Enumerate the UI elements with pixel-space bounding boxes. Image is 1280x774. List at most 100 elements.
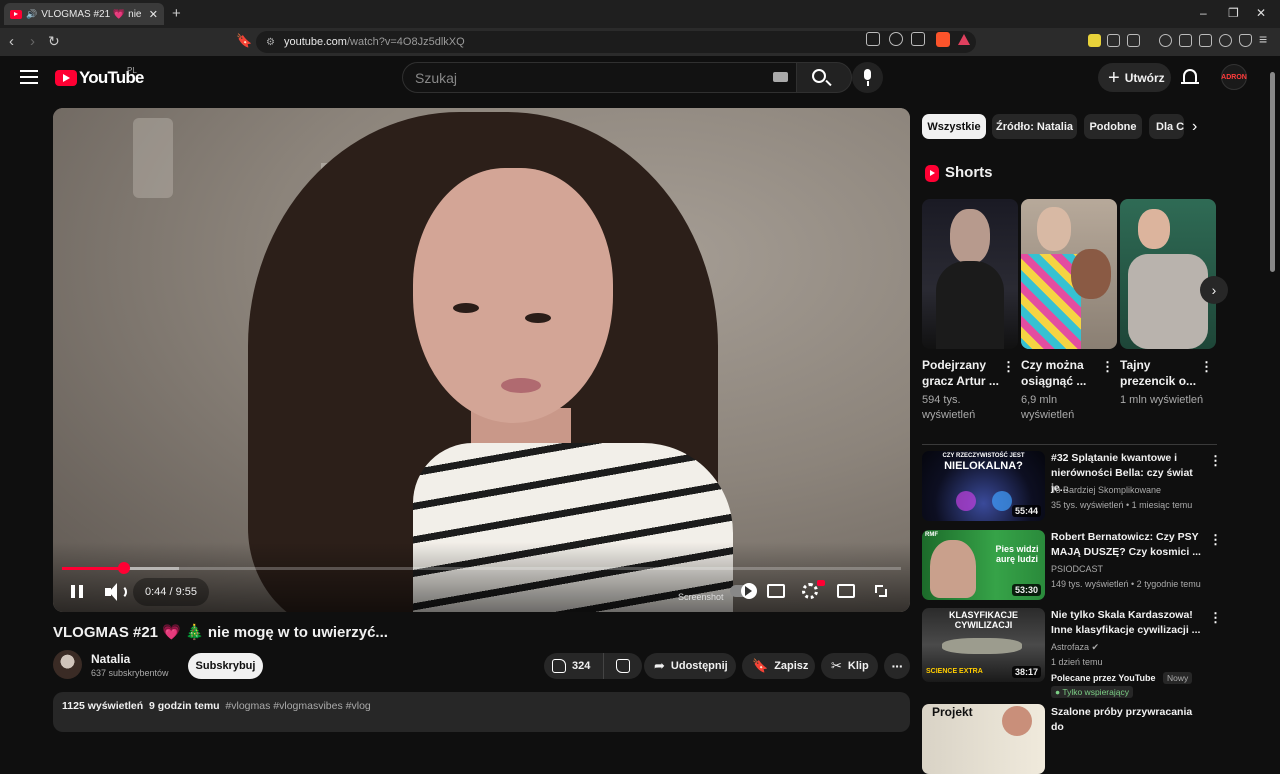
guide-menu-icon[interactable]	[20, 70, 38, 84]
save-button[interactable]: 🔖 Zapisz	[742, 653, 815, 679]
account-avatar[interactable]: ADRON	[1221, 64, 1247, 90]
chip-for-you[interactable]: Dla C	[1149, 114, 1184, 139]
brave-shields-icon[interactable]	[936, 32, 950, 47]
site-info-icon[interactable]: ⚙	[266, 37, 275, 48]
video-thumbnail[interactable]: Projekt	[922, 704, 1045, 774]
reload-icon[interactable]: ↻	[48, 33, 60, 50]
search-input[interactable]	[403, 63, 743, 92]
pause-button[interactable]	[65, 578, 89, 606]
progress-scrubber[interactable]	[118, 562, 131, 574]
thumb-brand: SCIENCE EXTRA	[926, 668, 983, 675]
voice-search-button[interactable]	[852, 62, 883, 93]
plus-icon: +	[1108, 66, 1120, 89]
shorts-next-button[interactable]: ›	[1200, 276, 1228, 304]
search-button[interactable]	[796, 62, 852, 93]
video-thumbnail[interactable]: RMF Pies widzi aurę ludzi 53:30	[922, 530, 1045, 600]
forward-icon[interactable]: ›	[30, 33, 35, 50]
leo-ai-icon[interactable]	[1219, 34, 1232, 47]
search-box[interactable]	[402, 62, 796, 93]
bookmark-icon[interactable]: 🔖	[236, 33, 252, 49]
video-more-icon[interactable]: ⋮	[1209, 533, 1222, 546]
short-views: 594 tys. wyświetleń	[922, 394, 976, 421]
browser-tab-active[interactable]: 🔊 VLOGMAS #21 💗 nie mogę ✕	[4, 3, 164, 25]
video-thumbnail[interactable]: KLASYFIKACJE CYWILIZACJI SCIENCE EXTRA 3…	[922, 608, 1045, 682]
video-title-link[interactable]: Szalone próby przywracania do	[1051, 705, 1201, 735]
extension-3-icon[interactable]	[1127, 34, 1140, 47]
window-maximize-button[interactable]: ❐	[1228, 6, 1239, 20]
zoom-icon[interactable]	[889, 32, 903, 46]
short-more-icon[interactable]: ⋮	[1200, 360, 1213, 373]
video-title-link[interactable]: Robert Bernatowicz: Czy PSY MAJĄ DUSZĘ? …	[1051, 530, 1201, 560]
vpn-shield-icon[interactable]	[1239, 34, 1252, 47]
video-title-link[interactable]: Nie tylko Skala Kardaszowa! Inne klasyfi…	[1051, 608, 1201, 638]
extension-1-icon[interactable]	[1088, 34, 1101, 47]
hashtags[interactable]: #vlogmas #vlogmasvibes #vlog	[225, 700, 370, 712]
video-meta: 149 tys. wyświetleń • 2 tygodnie temu	[1051, 579, 1201, 589]
open-in-app-icon[interactable]	[866, 32, 880, 46]
sidebar-toggle-icon[interactable]	[1179, 34, 1192, 47]
channel-name[interactable]: To Bardziej Skomplikowane	[1051, 483, 1211, 498]
channel-name[interactable]: Natalia	[91, 652, 130, 666]
channel-name[interactable]: PSIODCAST	[1051, 562, 1211, 577]
short-more-icon[interactable]: ⋮	[1101, 360, 1114, 373]
scrollbar-thumb[interactable]	[1270, 72, 1275, 272]
chip-related[interactable]: Podobne	[1084, 114, 1142, 139]
back-icon[interactable]: ‹	[9, 33, 14, 50]
upload-age: 9 godzin temu	[148, 700, 220, 712]
share-button[interactable]: ➦ Udostępnij	[644, 653, 736, 679]
recommended-by-label: Polecane przez YouTube	[1051, 673, 1156, 683]
chip-source[interactable]: Źródło: Natalia	[992, 114, 1077, 139]
chip-all[interactable]: Wszystkie	[922, 114, 986, 139]
window-close-button[interactable]: ✕	[1256, 6, 1266, 20]
extensions-puzzle-icon[interactable]	[1107, 34, 1120, 47]
more-actions-button[interactable]: ···	[884, 653, 910, 679]
miniplayer-icon[interactable]	[837, 584, 855, 598]
volume-button[interactable]	[103, 581, 129, 603]
description-box[interactable]: 1125 wyświetleń 9 godzin temu #vlogmas #…	[53, 692, 910, 732]
channel-avatar[interactable]	[53, 650, 82, 679]
share-page-icon[interactable]	[911, 32, 925, 46]
url-host: youtube.com	[283, 36, 347, 48]
play-icon	[745, 586, 752, 596]
thumb-headline: Pies widzi aurę ludzi	[995, 544, 1039, 564]
video-title: VLOGMAS #21 💗 🎄 nie mogę w to uwierzyć..…	[53, 624, 388, 641]
autoplay-toggle[interactable]	[730, 583, 757, 599]
video-thumbnail[interactable]: CZY RZECZYWISTOŚĆ JEST NIELOKALNA? 55:44	[922, 451, 1045, 521]
channel-name[interactable]: Astrofaza ✔	[1051, 640, 1211, 655]
video-more-icon[interactable]: ⋮	[1209, 454, 1222, 467]
new-tab-button[interactable]: +	[172, 5, 181, 22]
short-thumbnail[interactable]	[1021, 199, 1117, 349]
short-thumbnail[interactable]	[1120, 199, 1216, 349]
subtitles-icon[interactable]	[767, 584, 785, 598]
settings-gear-icon[interactable]	[802, 583, 818, 599]
window-minimize-button[interactable]: –	[1200, 6, 1207, 20]
notifications-bell-icon[interactable]	[1181, 69, 1199, 84]
short-more-icon[interactable]: ⋮	[1002, 360, 1015, 373]
chevron-right-icon[interactable]: ›	[1192, 118, 1197, 136]
create-label: Utwórz	[1124, 70, 1165, 85]
short-title[interactable]: Czy można osiągnąć ...	[1021, 357, 1099, 389]
members-check-icon: ●	[1055, 687, 1061, 697]
short-title[interactable]: Tajny prezencik o...	[1120, 357, 1198, 389]
wallet-icon[interactable]	[1199, 34, 1212, 47]
brave-rewards-icon[interactable]	[958, 34, 970, 45]
short-title[interactable]: Podejrzany gracz Artur ...	[922, 357, 1000, 389]
youtube-logo-icon[interactable]	[55, 70, 77, 86]
clip-button[interactable]: ✂ Klip	[821, 653, 878, 679]
music-icon[interactable]	[1159, 34, 1172, 47]
browser-menu-icon[interactable]: ≡	[1259, 31, 1267, 47]
short-thumbnail[interactable]	[922, 199, 1018, 349]
video-player[interactable]: 0:44 / 9:55 Screenshot	[53, 108, 910, 612]
keyboard-icon[interactable]	[773, 72, 788, 82]
fullscreen-icon[interactable]	[873, 583, 889, 599]
video-more-icon[interactable]: ⋮	[1209, 611, 1222, 624]
progress-bar[interactable]	[62, 562, 901, 574]
screenshot-label[interactable]: Screenshot	[678, 592, 724, 602]
subscribe-button[interactable]: Subskrybuj	[188, 653, 263, 679]
create-button[interactable]: + Utwórz	[1098, 63, 1171, 92]
like-button[interactable]: 324	[544, 653, 604, 679]
dislike-button[interactable]	[604, 659, 642, 673]
tab-close-icon[interactable]: ✕	[149, 8, 158, 21]
speaker-icon[interactable]: 🔊	[26, 9, 37, 20]
short-views: 6,9 mln wyświetleń	[1021, 394, 1075, 421]
